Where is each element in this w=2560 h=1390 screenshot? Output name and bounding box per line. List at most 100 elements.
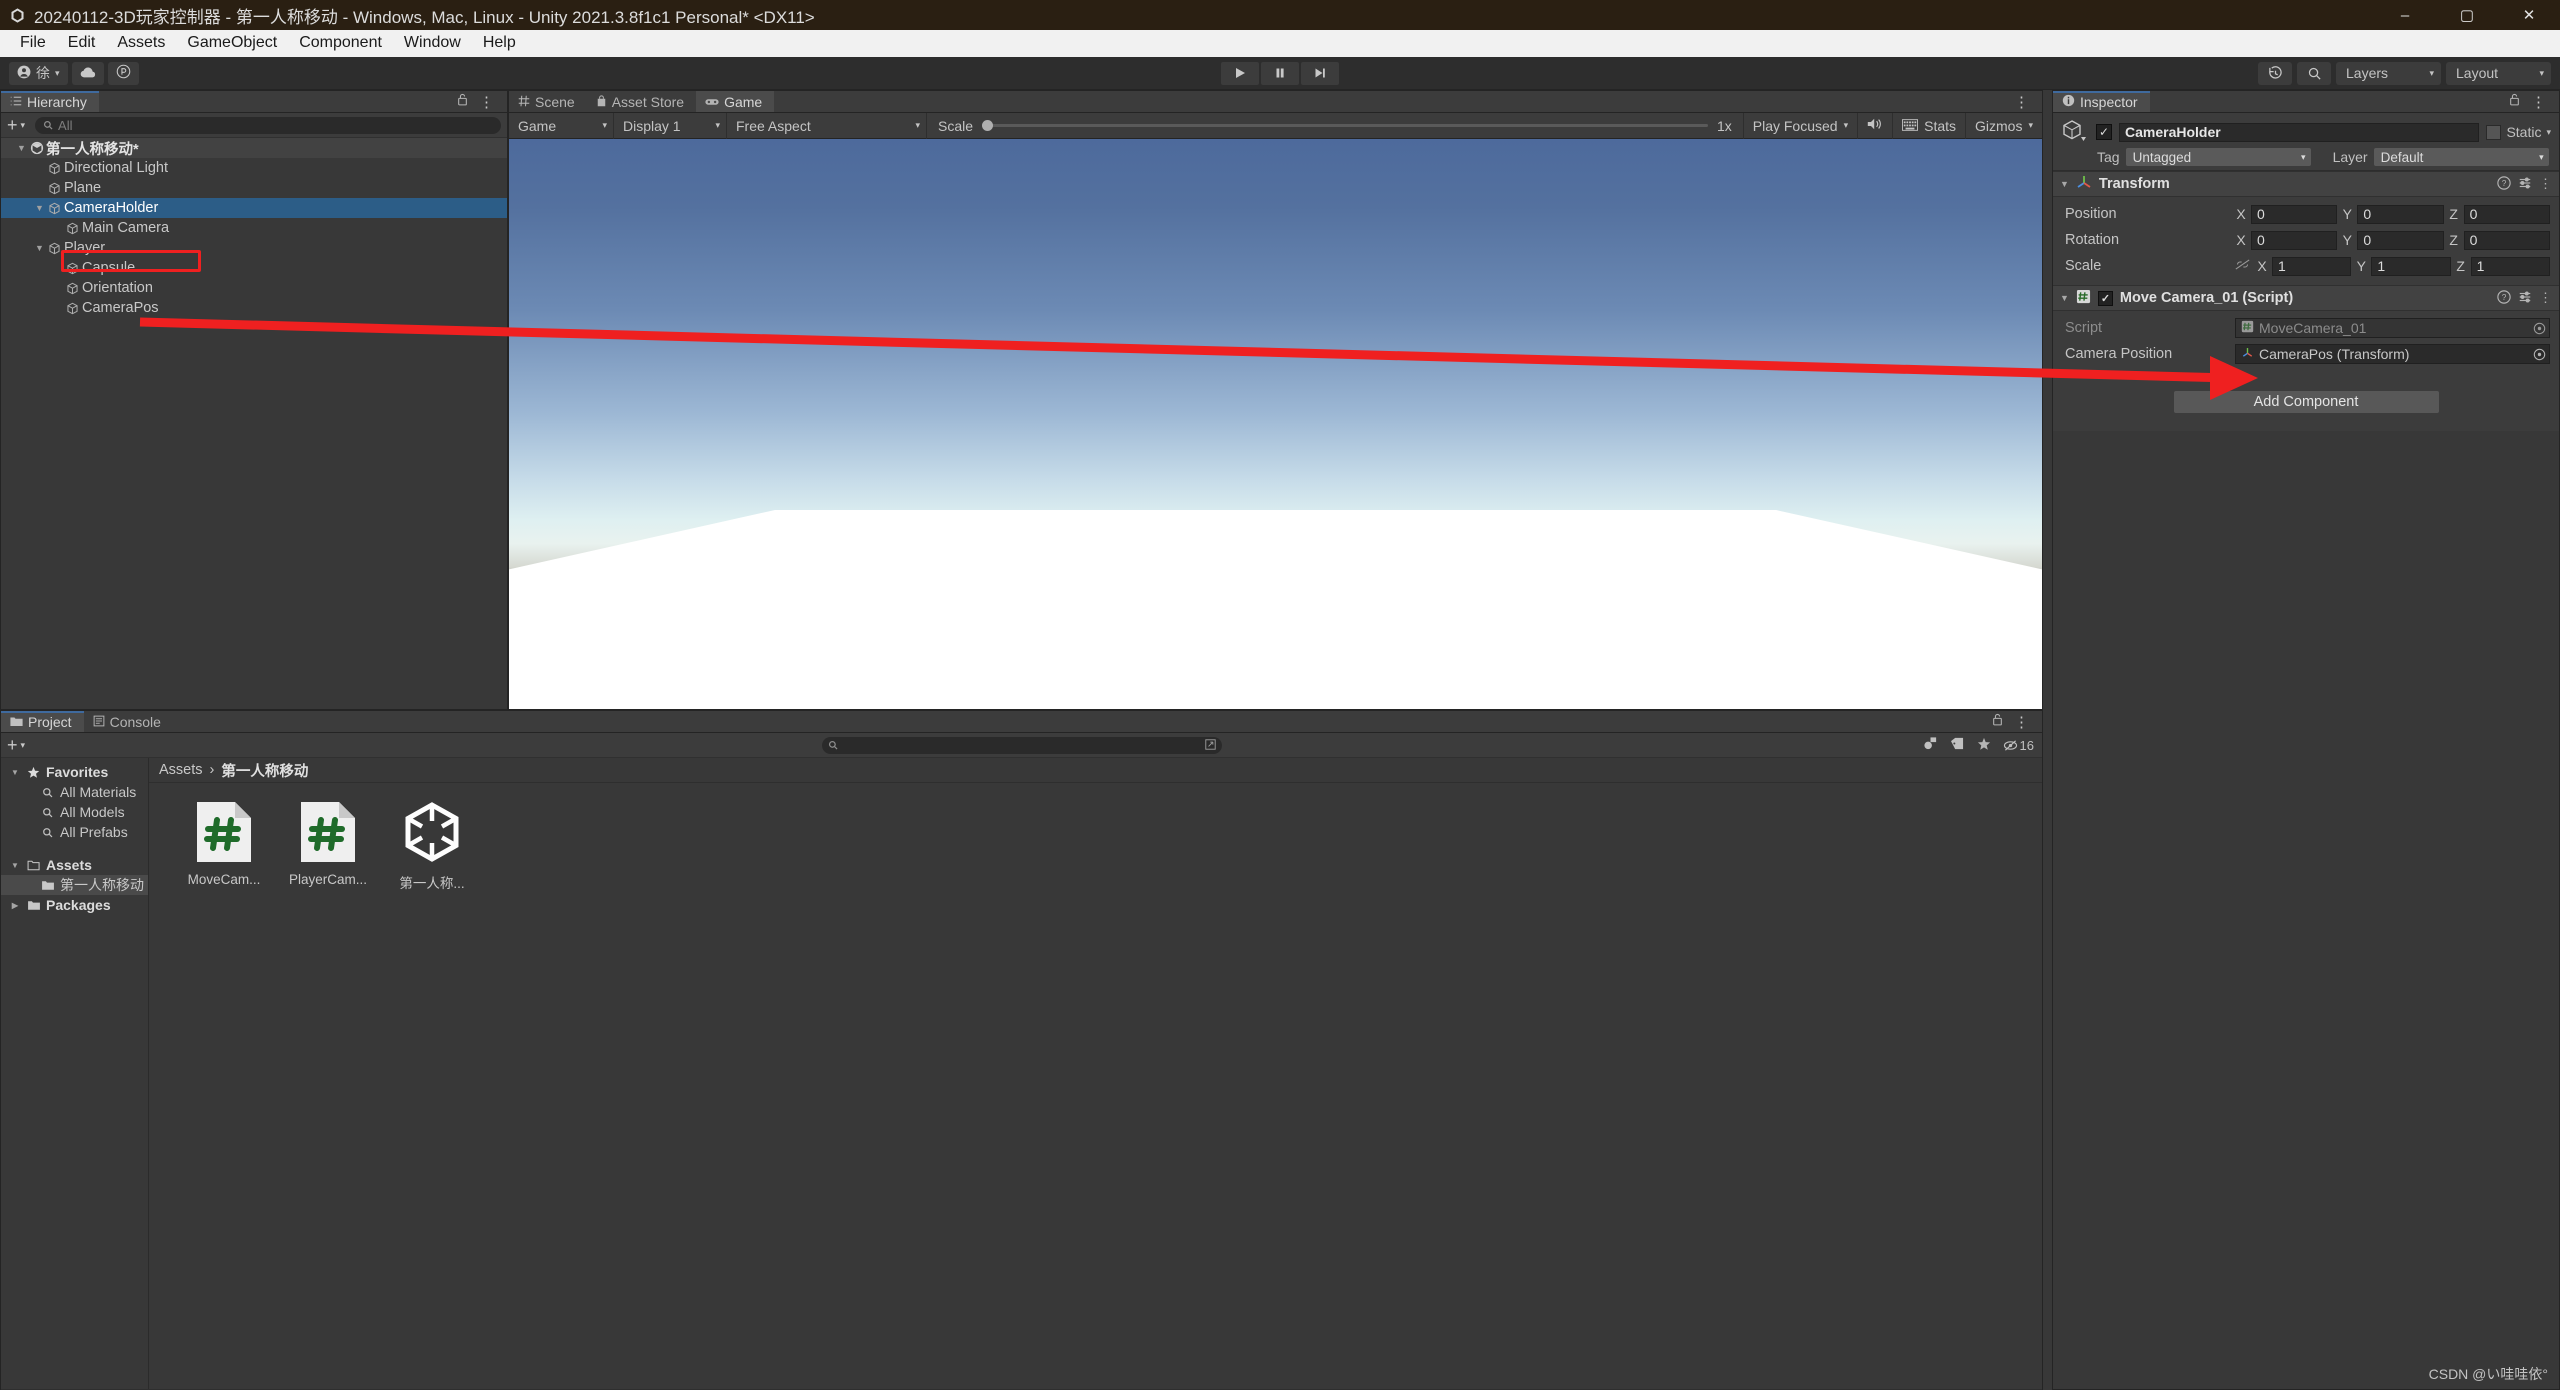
project-tree-item-allmodels[interactable]: All Models [1,802,148,822]
aspect-ratio-dropdown[interactable]: Free Aspect ▾ [727,112,927,139]
save-search-icon[interactable] [1204,738,1216,753]
menu-item-component[interactable]: Component [288,32,393,55]
asset-item[interactable]: PlayerCam... [280,799,376,892]
layer-dropdown[interactable]: Default ▾ [2373,148,2549,166]
close-button[interactable]: ✕ [2498,0,2560,30]
scale-y-input[interactable]: 1 [2371,256,2451,276]
add-component-button[interactable]: Add Component [2173,391,2439,413]
hierarchy-item-maincamera[interactable]: Main Camera [1,218,507,238]
display-number-dropdown[interactable]: Display 1 ▾ [614,112,727,139]
tab-hierarchy[interactable]: Hierarchy [1,91,99,112]
project-search-input[interactable] [821,736,1222,754]
menu-item-file[interactable]: File [9,32,57,55]
rotation-y-input[interactable]: 0 [2357,230,2444,250]
tab-inspector[interactable]: Inspector [2053,91,2150,112]
asset-grid[interactable]: MoveCam... PlayerCam... 第一人称... [149,783,2042,892]
hierarchy-item-player[interactable]: ▼ Player [1,238,507,258]
foldout-arrow-icon[interactable]: ▼ [2060,179,2069,189]
game-render-canvas[interactable] [509,139,2042,709]
play-focused-dropdown[interactable]: Play Focused ▾ [1742,112,1857,139]
object-enabled-checkbox[interactable]: ✓ [2096,124,2112,140]
maximize-button[interactable]: ▢ [2436,0,2498,30]
collab-button[interactable] [107,61,139,85]
rotation-x-input[interactable]: 0 [2251,230,2338,250]
object-picker-icon[interactable] [2531,346,2547,362]
transform-component-header[interactable]: ▼ Transform ? ⋮ [2053,171,2559,197]
asset-item[interactable]: 第一人称... [384,799,480,892]
hierarchy-item-directionallight[interactable]: Directional Light [1,158,507,178]
undo-history-button[interactable] [2258,61,2292,85]
hierarchy-tree[interactable]: ▼ 第一人称移动* Directional Light Plane ▼ CameraHol… [1,138,507,709]
transform-menu-icon[interactable]: ⋮ [2539,176,2552,192]
breadcrumb-root[interactable]: Assets [159,762,203,778]
menu-item-help[interactable]: Help [472,32,527,55]
hierarchy-item-camerapos[interactable]: CameraPos [1,298,507,318]
lock-icon[interactable] [1992,713,2003,731]
static-toggle-group[interactable]: Static ▾ [2486,124,2551,140]
script-enabled-checkbox[interactable]: ✓ [2097,290,2113,306]
hierarchy-item-[interactable]: ▼ 第一人称移动* [1,138,507,158]
layout-dropdown[interactable]: Layout ▾ [2446,61,2551,85]
step-button[interactable] [1301,61,1339,85]
project-tree-item-favorites[interactable]: ▼ Favorites [1,762,148,782]
project-tree-item-allmaterials[interactable]: All Materials [1,782,148,802]
tag-dropdown[interactable]: Untagged ▾ [2125,148,2311,166]
hidden-packages-toggle[interactable]: 16 [2003,738,2034,753]
hierarchy-add-button[interactable]: + ▾ [7,116,25,134]
constrain-proportions-icon[interactable] [2235,258,2250,275]
object-picker-icon[interactable] [2531,320,2547,336]
tab-project[interactable]: Project [1,711,84,732]
scale-z-input[interactable]: 1 [2470,256,2550,276]
foldout-arrow-icon[interactable]: ▼ [33,203,46,213]
tab-asset-store[interactable]: Asset Store [587,91,696,112]
lock-icon[interactable] [457,93,468,111]
hierarchy-item-capsule[interactable]: Capsule [1,258,507,278]
filter-type-icon[interactable] [1923,736,1938,754]
hierarchy-item-plane[interactable]: Plane [1,178,507,198]
script-menu-icon[interactable]: ⋮ [2539,290,2552,306]
foldout-arrow-icon[interactable]: ▶ [9,901,21,910]
filter-label-icon[interactable] [1950,737,1965,753]
menu-item-window[interactable]: Window [393,32,472,55]
menu-item-assets[interactable]: Assets [106,32,176,55]
cloud-button[interactable] [71,61,104,85]
foldout-arrow-icon[interactable]: ▼ [15,143,28,153]
project-folder-tree[interactable]: ▼ Favorites All Materials All Models All Pre… [1,758,149,1389]
project-menu-icon[interactable]: ⋮ [2010,713,2034,731]
lock-icon[interactable] [2509,93,2520,111]
camera-position-object-field[interactable]: CameraPos (Transform) [2235,344,2550,364]
play-button[interactable] [1221,61,1259,85]
menu-item-gameobject[interactable]: GameObject [176,32,288,55]
static-checkbox[interactable] [2486,124,2502,140]
inspector-menu-icon[interactable]: ⋮ [2527,93,2551,111]
tab-game[interactable]: Game [696,91,775,112]
help-icon[interactable]: ? [2497,289,2511,307]
star-icon[interactable] [1977,737,1991,754]
minimize-button[interactable]: – [2374,0,2436,30]
scale-slider-knob[interactable] [982,120,994,131]
position-x-input[interactable]: 0 [2251,204,2338,224]
foldout-arrow-icon[interactable]: ▼ [9,768,21,777]
project-tree-item-assets[interactable]: ▼ Assets [1,855,148,875]
tab-console[interactable]: Console [84,711,173,732]
scale-slider-track[interactable] [982,120,1708,131]
hierarchy-search-input[interactable]: All [35,116,501,134]
chevron-down-icon[interactable]: ▾ [2546,127,2551,138]
scale-slider-group[interactable]: Scale 1x [927,118,1743,134]
mute-audio-button[interactable] [1857,112,1892,139]
project-tree-item-allprefabs[interactable]: All Prefabs [1,822,148,842]
foldout-arrow-icon[interactable]: ▼ [2060,293,2069,303]
object-name-field[interactable]: CameraHolder [2119,122,2480,142]
gizmos-dropdown[interactable]: Gizmos ▾ [1965,112,2042,139]
game-display-mode-dropdown[interactable]: Game ▾ [509,112,614,139]
scale-x-input[interactable]: 1 [2272,256,2352,276]
layers-dropdown[interactable]: Layers ▾ [2336,61,2441,85]
project-tree-item-packages[interactable]: ▶ Packages [1,895,148,915]
move-camera-script-header[interactable]: ▼ ✓ Move Camera_01 (Script) ? ⋮ [2053,285,2559,311]
position-y-input[interactable]: 0 [2357,204,2444,224]
preset-icon[interactable] [2518,176,2532,193]
account-button[interactable]: 徐 ▾ [9,61,68,85]
hierarchy-item-orientation[interactable]: Orientation [1,278,507,298]
rotation-z-input[interactable]: 0 [2463,230,2550,250]
foldout-arrow-icon[interactable]: ▼ [33,243,46,253]
